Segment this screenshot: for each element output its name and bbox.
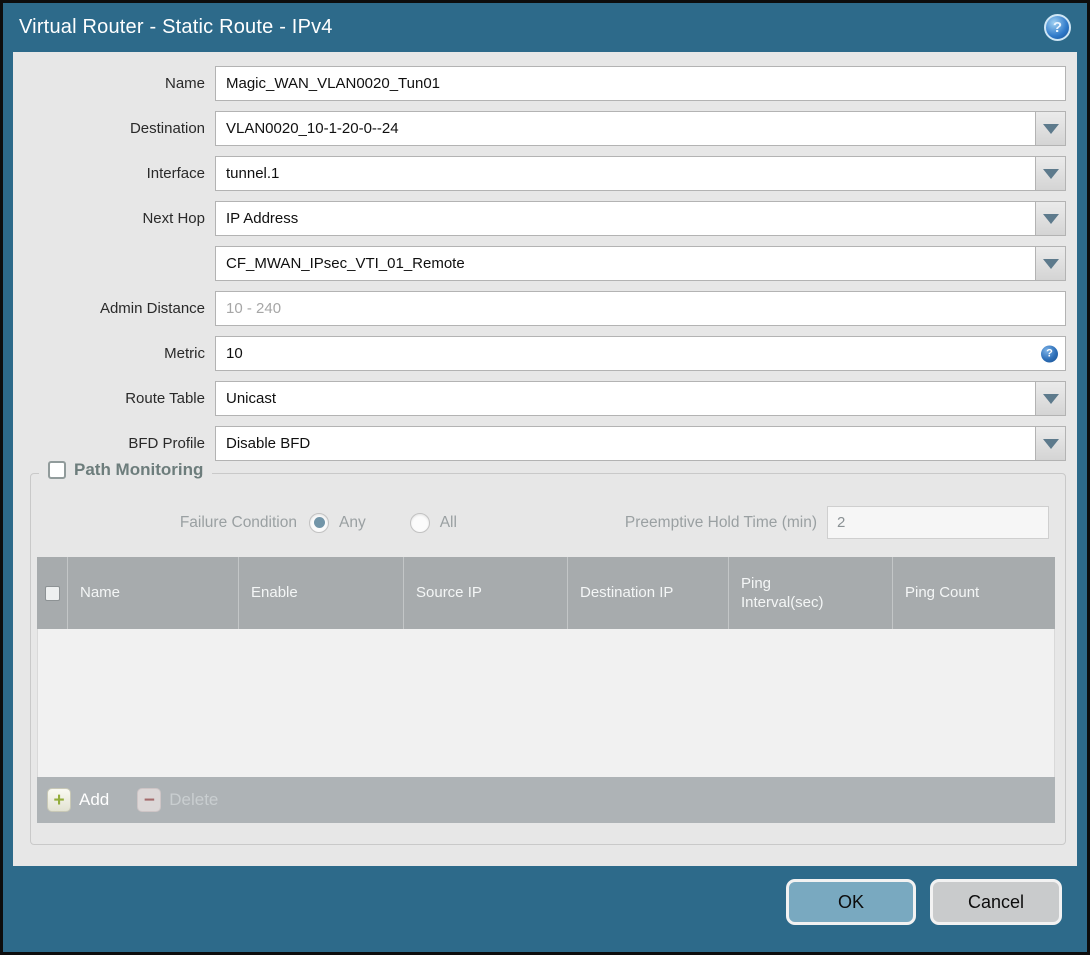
- radio-all[interactable]: [409, 512, 430, 533]
- chevron-down-icon: [1042, 393, 1059, 404]
- column-header-enable: Enable: [238, 557, 403, 629]
- metric-input[interactable]: [215, 336, 1066, 371]
- column-header-name: Name: [67, 557, 238, 629]
- admin-distance-input[interactable]: [215, 291, 1066, 326]
- cancel-button[interactable]: Cancel: [930, 879, 1062, 925]
- column-header-source-ip: Source IP: [403, 557, 567, 629]
- admin-distance-label: Admin Distance: [99, 300, 205, 317]
- bfd-profile-dropdown-button[interactable]: [1036, 426, 1066, 461]
- next-hop-type-dropdown-button[interactable]: [1036, 201, 1066, 236]
- form-row: Interface: [13, 156, 1066, 191]
- route-table-combobox[interactable]: [215, 381, 1036, 416]
- dialog-titlebar: Virtual Router - Static Route - IPv4 ?: [3, 3, 1087, 52]
- form-row: [13, 246, 1066, 281]
- metric-help-icon[interactable]: ?: [1041, 345, 1058, 362]
- interface-dropdown-button[interactable]: [1036, 156, 1066, 191]
- delete-button-label: Delete: [169, 790, 219, 809]
- form-row: Destination: [13, 111, 1066, 146]
- form-row: Admin Distance: [13, 291, 1066, 326]
- plus-icon: +: [47, 788, 71, 812]
- radio-any[interactable]: [309, 512, 329, 533]
- chevron-down-icon: [1042, 123, 1059, 134]
- failure-condition-row: Failure Condition Any All Preemptive Hol…: [31, 506, 1049, 539]
- path-monitoring-legend: Path Monitoring: [39, 460, 213, 480]
- preemptive-hold-label: Preemptive Hold Time (min): [624, 513, 817, 531]
- column-header-destination-ip: Destination IP: [567, 557, 728, 629]
- destination-dropdown-button[interactable]: [1036, 111, 1066, 146]
- next-hop-type-combobox[interactable]: [215, 201, 1036, 236]
- ok-button[interactable]: OK: [786, 879, 916, 925]
- dialog-title: Virtual Router - Static Route - IPv4: [19, 16, 333, 38]
- route-table-label: Route Table: [125, 390, 205, 407]
- form-row: Route Table: [13, 381, 1066, 416]
- path-monitoring-checkbox[interactable]: [48, 461, 66, 479]
- failure-condition-label: Failure Condition: [179, 513, 297, 531]
- form-row: Name: [13, 66, 1066, 101]
- radio-any-label: Any: [339, 513, 366, 531]
- destination-label: Destination: [129, 120, 205, 137]
- static-route-form: Name Destination Interface: [13, 52, 1077, 461]
- table-body-empty: [37, 629, 1055, 777]
- metric-label: Metric: [164, 345, 205, 362]
- add-button[interactable]: + Add: [47, 788, 109, 812]
- delete-button[interactable]: − Delete: [137, 788, 218, 812]
- chevron-down-icon: [1042, 213, 1059, 224]
- chevron-down-icon: [1042, 438, 1059, 449]
- help-icon[interactable]: ?: [1044, 14, 1071, 41]
- form-row: Next Hop: [13, 201, 1066, 236]
- route-table-dropdown-button[interactable]: [1036, 381, 1066, 416]
- radio-selected-dot: [313, 517, 325, 528]
- name-label: Name: [164, 75, 205, 92]
- interface-combobox[interactable]: [215, 156, 1036, 191]
- column-header-ping-interval: Ping Interval(sec): [728, 557, 892, 629]
- next-hop-label: Next Hop: [142, 210, 205, 227]
- bfd-profile-label: BFD Profile: [128, 435, 205, 452]
- dialog-footer: OK Cancel: [3, 866, 1087, 952]
- form-row: BFD Profile: [13, 426, 1066, 461]
- destination-combobox[interactable]: [215, 111, 1036, 146]
- static-route-dialog: Virtual Router - Static Route - IPv4 ? N…: [0, 0, 1090, 955]
- interface-label: Interface: [146, 165, 205, 182]
- dialog-content: Name Destination Interface: [13, 52, 1077, 866]
- preemptive-hold-input[interactable]: [827, 506, 1049, 539]
- table-header-row: Name Enable Source IP Destination IP Pin…: [37, 557, 1055, 629]
- next-hop-address-combobox[interactable]: [215, 246, 1036, 281]
- minus-icon: −: [137, 788, 162, 812]
- select-all-header-cell: [37, 557, 67, 629]
- chevron-down-icon: [1042, 258, 1059, 269]
- name-input[interactable]: [215, 66, 1066, 101]
- add-button-label: Add: [79, 790, 110, 809]
- next-hop-address-dropdown-button[interactable]: [1036, 246, 1066, 281]
- radio-all-label: All: [439, 513, 457, 531]
- form-row: Metric ?: [13, 336, 1066, 371]
- table-toolbar: + Add − Delete: [37, 777, 1055, 823]
- path-monitoring-title: Path Monitoring: [74, 460, 204, 479]
- path-monitoring-group: Path Monitoring Failure Condition Any Al…: [30, 460, 1066, 845]
- bfd-profile-combobox[interactable]: [215, 426, 1036, 461]
- chevron-down-icon: [1042, 168, 1059, 179]
- column-header-ping-count: Ping Count: [892, 557, 1055, 629]
- path-monitoring-table: Name Enable Source IP Destination IP Pin…: [37, 557, 1055, 823]
- select-all-checkbox[interactable]: [44, 585, 60, 601]
